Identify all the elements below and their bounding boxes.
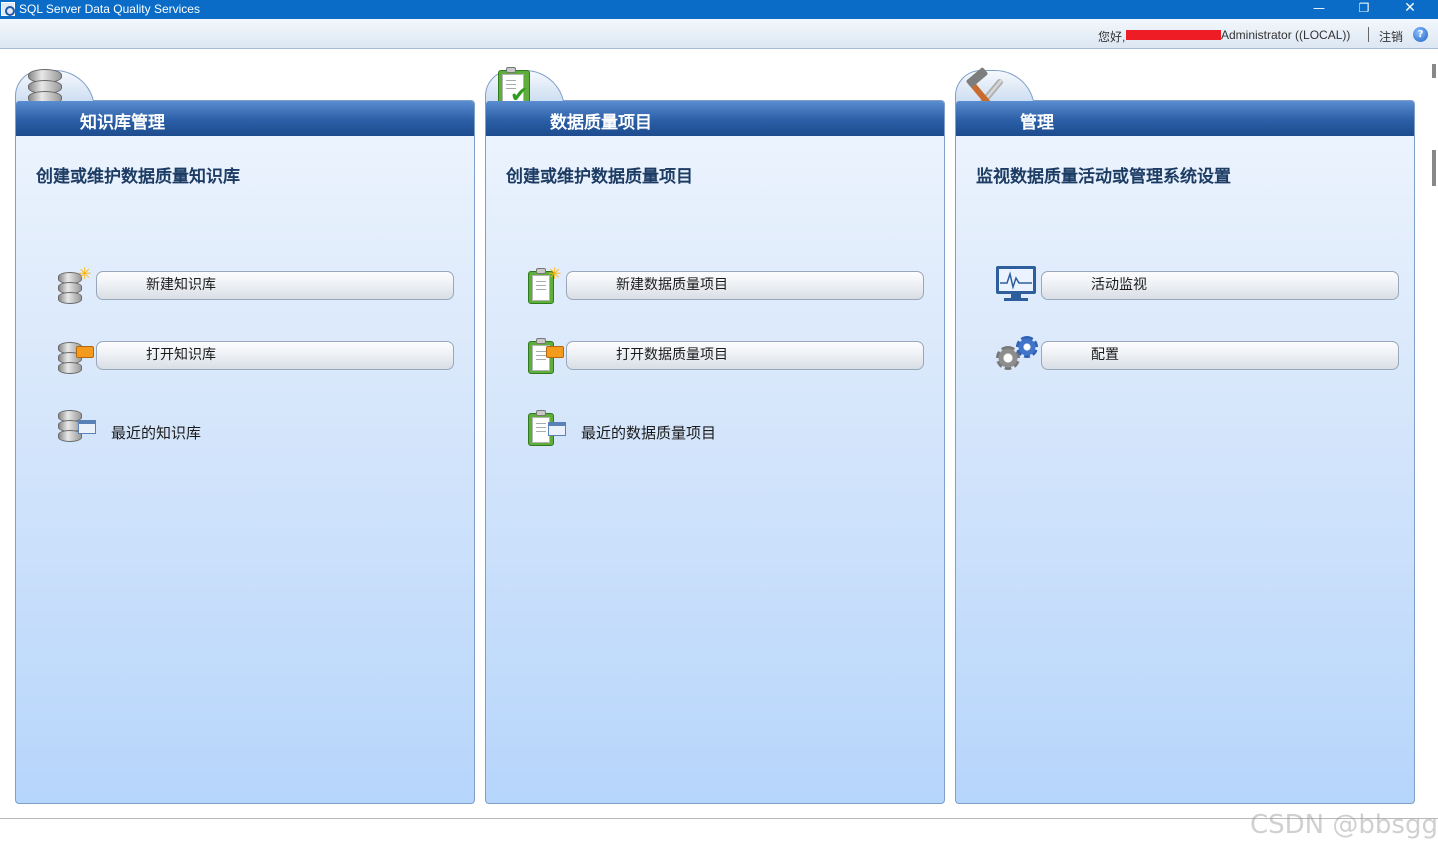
panel-subtitle: 创建或维护数据质量项目: [506, 167, 693, 187]
status-bar: [0, 818, 1438, 851]
restore-button[interactable]: ❐: [1341, 0, 1387, 19]
monitor-icon: [996, 266, 1038, 304]
open-project-icon: [526, 338, 564, 376]
configuration-button[interactable]: 配置: [1041, 341, 1399, 370]
new-project-icon: ✳: [526, 266, 561, 306]
new-knowledge-base-icon: ✳: [56, 266, 91, 308]
redacted-username: [1126, 30, 1221, 40]
open-knowledge-base-button[interactable]: 打开知识库: [96, 341, 454, 370]
new-project-button[interactable]: 新建数据质量项目: [566, 271, 924, 300]
panel-subtitle: 创建或维护数据质量知识库: [36, 167, 240, 187]
close-button[interactable]: ✕: [1387, 0, 1433, 19]
panel-title: 管理: [1020, 113, 1054, 133]
panel-subtitle: 监视数据质量活动或管理系统设置: [976, 167, 1231, 187]
user-bar: 您好, Administrator ((LOCAL)) 注销 ?: [0, 19, 1438, 49]
panel-title: 数据质量项目: [550, 113, 652, 133]
edge-artifact: [1432, 150, 1436, 186]
open-project-button[interactable]: 打开数据质量项目: [566, 341, 924, 370]
recent-project-link[interactable]: 最近的数据质量项目: [581, 422, 716, 443]
logout-link[interactable]: 注销: [1379, 28, 1403, 45]
gears-icon: [996, 336, 1042, 376]
edge-artifact: [1432, 64, 1436, 78]
separator: [1368, 27, 1369, 42]
watermark: CSDN @bbsggy: [1250, 810, 1438, 840]
panel-header: 数据质量项目: [486, 101, 944, 136]
window-title: SQL Server Data Quality Services: [19, 2, 200, 16]
greeting-text: 您好,: [1098, 30, 1126, 44]
activity-monitor-button[interactable]: 活动监视: [1041, 271, 1399, 300]
app-icon: [1, 2, 15, 16]
open-knowledge-base-icon: [56, 338, 94, 378]
new-knowledge-base-button[interactable]: 新建知识库: [96, 271, 454, 300]
help-icon[interactable]: ?: [1413, 27, 1428, 42]
panel-header: 管理: [956, 101, 1414, 136]
title-bar: SQL Server Data Quality Services — ❐ ✕: [0, 0, 1438, 19]
recent-project-icon: [526, 410, 566, 448]
recent-knowledge-base-icon: [56, 410, 96, 450]
recent-knowledge-base-link[interactable]: 最近的知识库: [111, 422, 201, 443]
panel-administration: 管理 监视数据质量活动或管理系统设置 活动监视 配置: [955, 66, 1415, 804]
panel-data-quality-projects: ✔ 数据质量项目 创建或维护数据质量项目 ✳ 新建数据质量项目 打开数据质量项目…: [485, 67, 945, 804]
minimize-button[interactable]: —: [1296, 0, 1342, 19]
panel-header: 知识库管理: [16, 101, 474, 136]
panel-knowledge-base: 知识库管理 创建或维护数据质量知识库 ✳ 新建知识库 打开知识库 最近的知识库: [15, 69, 475, 804]
user-name: Administrator ((LOCAL)): [1221, 28, 1351, 42]
panel-title: 知识库管理: [80, 113, 165, 133]
